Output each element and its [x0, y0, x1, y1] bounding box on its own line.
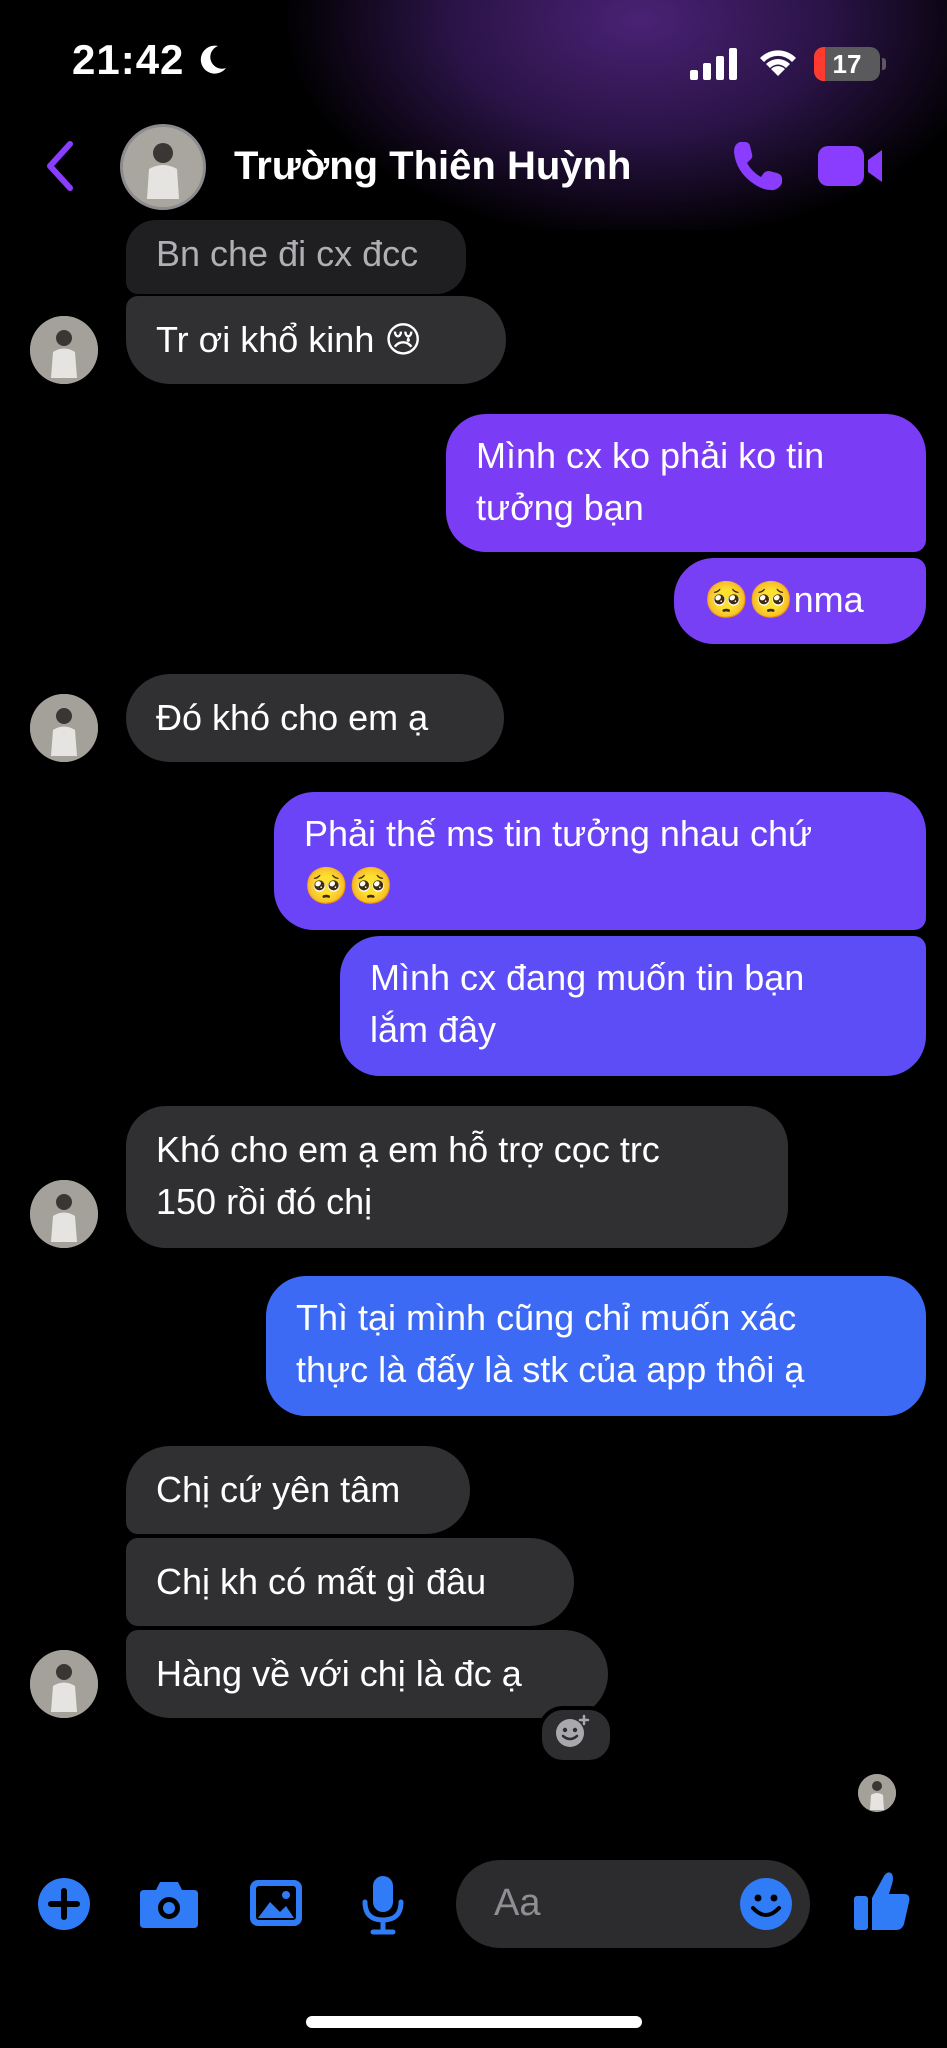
message-text-line: thực là đấy là stk của app thôi ạ — [296, 1349, 805, 1390]
message-text-line: Mình cx đang muốn tin bạn — [370, 957, 805, 998]
sender-avatar[interactable] — [30, 1180, 98, 1248]
sender-avatar[interactable] — [30, 316, 98, 384]
message-text: 🥺🥺nma — [704, 579, 864, 620]
person-photo-icon — [30, 1180, 98, 1248]
message-bubble-incoming[interactable]: Tr ơi khổ kinh 😢 — [126, 296, 506, 384]
message-text-line: Khó cho em ạ em hỗ trợ cọc trc — [156, 1129, 660, 1170]
battery-tip — [882, 58, 886, 70]
conversation-header: Trường Thiên Huỳnh — [0, 120, 947, 220]
cellular-signal-icon — [690, 48, 737, 80]
message-text-line: 150 rồi đó chị — [156, 1181, 373, 1222]
message-text-line: Mình cx ko phải ko tin — [476, 435, 825, 476]
message-text: Hàng về với chị là đc ạ — [156, 1653, 522, 1694]
camera-icon[interactable] — [138, 1878, 200, 1930]
seen-receipt-avatar — [858, 1774, 896, 1812]
person-photo-icon — [30, 1650, 98, 1718]
microphone-icon[interactable] — [360, 1874, 406, 1936]
message-text: Chị cứ yên tâm — [156, 1469, 401, 1510]
message-bubble-incoming[interactable]: Hàng về với chị là đc ạ — [126, 1630, 608, 1718]
message-bubble-outgoing[interactable]: 🥺🥺nma — [674, 558, 926, 644]
wifi-icon — [760, 50, 796, 76]
battery-indicator: 17 — [814, 47, 880, 81]
message-text: Bn che đi cx đcc — [156, 233, 419, 274]
video-call-icon[interactable] — [818, 144, 884, 188]
phone-call-icon[interactable] — [730, 138, 786, 194]
composer-bar: Aa — [0, 1840, 947, 1960]
back-chevron-icon[interactable] — [42, 140, 76, 192]
add-reaction-button[interactable] — [538, 1706, 614, 1764]
message-text: Tr ơi khổ kinh 😢 — [156, 319, 422, 360]
message-bubble-outgoing[interactable]: Mình cx ko phải ko tin tưởng bạn — [446, 414, 926, 552]
status-bar: 21:42 17 — [0, 0, 947, 120]
emoji-smiley-icon[interactable] — [738, 1876, 794, 1932]
message-text-line: Thì tại mình cũng chỉ muốn xác — [296, 1297, 797, 1338]
message-bubble-incoming[interactable]: Chị cứ yên tâm — [126, 1446, 470, 1534]
message-bubble-incoming[interactable]: Bn che đi cx đcc — [126, 220, 466, 294]
message-text-line: tưởng bạn — [476, 487, 644, 528]
moon-icon — [200, 45, 226, 74]
message-text-line: lắm đây — [370, 1009, 497, 1050]
status-time: 21:42 — [72, 36, 185, 83]
contact-avatar[interactable] — [120, 124, 206, 210]
sender-avatar[interactable] — [30, 1650, 98, 1718]
person-photo-icon — [30, 694, 98, 762]
gallery-image-icon[interactable] — [248, 1876, 304, 1930]
message-bubble-incoming[interactable]: Chị kh có mất gì đâu — [126, 1538, 574, 1626]
message-input[interactable]: Aa — [456, 1860, 810, 1948]
message-text: Đó khó cho em ạ — [156, 697, 429, 738]
message-bubble-incoming[interactable]: Đó khó cho em ạ — [126, 674, 504, 762]
thumbs-up-icon[interactable] — [852, 1870, 912, 1932]
message-input-placeholder: Aa — [494, 1882, 541, 1924]
message-bubble-incoming[interactable]: Khó cho em ạ em hỗ trợ cọc trc 150 rồi đ… — [126, 1106, 788, 1248]
sender-avatar[interactable] — [30, 694, 98, 762]
message-text-line: 🥺🥺 — [304, 865, 394, 906]
person-photo-icon — [123, 127, 203, 207]
home-indicator — [306, 2016, 642, 2028]
person-photo-icon — [858, 1774, 896, 1812]
message-text: Chị kh có mất gì đâu — [156, 1561, 487, 1602]
message-bubble-outgoing[interactable]: Thì tại mình cũng chỉ muốn xác thực là đ… — [266, 1276, 926, 1416]
plus-circle-icon[interactable] — [36, 1876, 92, 1932]
smiley-plus-icon — [556, 1714, 590, 1747]
message-bubble-outgoing[interactable]: Phải thế ms tin tưởng nhau chứ 🥺🥺 — [274, 792, 926, 930]
contact-name[interactable]: Trường Thiên Huỳnh — [234, 144, 631, 189]
message-text-line: Phải thế ms tin tưởng nhau chứ — [304, 813, 813, 854]
message-bubble-outgoing[interactable]: Mình cx đang muốn tin bạn lắm đây — [340, 936, 926, 1076]
battery-percent: 17 — [832, 49, 862, 79]
person-photo-icon — [30, 316, 98, 384]
